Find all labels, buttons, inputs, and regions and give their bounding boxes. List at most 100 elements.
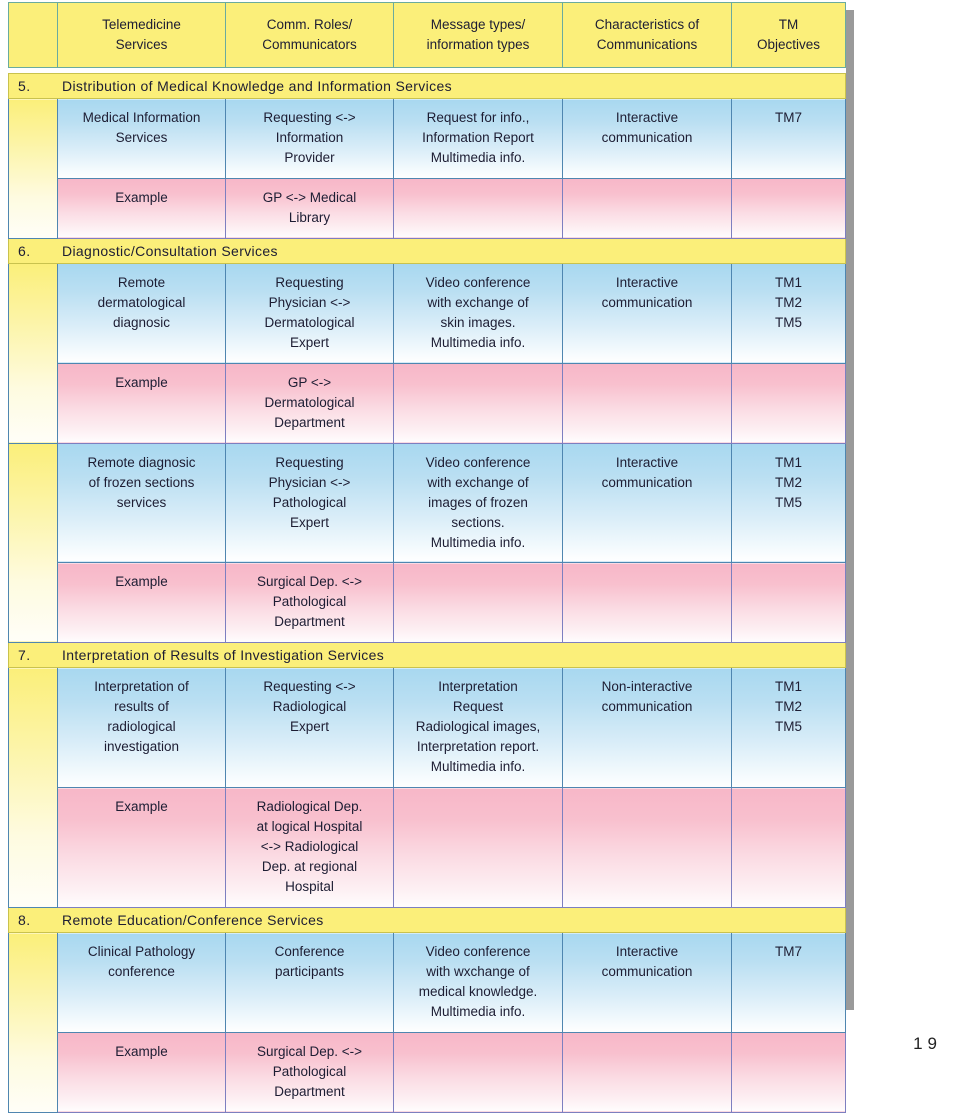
header-line: Characteristics of: [594, 17, 700, 33]
section-title-bar-6: 6. Diagnostic/Consultation Services: [8, 237, 846, 264]
cell-line: Radiological Dep.: [256, 799, 363, 815]
cell-line: Interactive: [615, 454, 679, 470]
row-group-marker-column: [8, 667, 58, 909]
column-header-5: TM Objectives: [731, 2, 846, 68]
cell-line: Department: [274, 1083, 345, 1099]
cell-line: TM2: [775, 474, 802, 490]
example-cell-5: [731, 562, 846, 644]
section-title-row: 6. Diagnostic/Consultation Services: [8, 237, 846, 264]
example-cell-3: [393, 1031, 563, 1113]
cell-line: TM1: [775, 274, 802, 290]
cell-line: Example: [115, 1043, 168, 1059]
example-cell-2: Radiological Dep. at logical Hospital <-> …: [225, 787, 394, 909]
header-line: TM: [778, 17, 799, 33]
example-cell-2: GP <-> Medical Library: [225, 177, 394, 239]
service-cell-2: Requesting Physician <-> Pathological Exper…: [225, 442, 394, 564]
cell-line: TM1: [775, 679, 802, 695]
section-number: 5.: [18, 78, 31, 94]
column-header-2: Comm. Roles/Communicators: [225, 2, 394, 68]
cell-line: Information Report: [422, 129, 534, 145]
service-cell-5: TM1 TM2 TM5: [731, 667, 846, 789]
service-cell-1: Remote diagnosic of frozen sections servic…: [57, 442, 226, 564]
section-title-wrap: 7. Interpretation of Results of Investiga…: [9, 647, 845, 663]
service-row: Medical Information Services Requesting <-…: [8, 98, 846, 239]
service-row: Clinical Pathology conference Conference pa…: [8, 932, 846, 1113]
cell-line: with exchange of: [427, 294, 529, 310]
section-number: 8.: [18, 912, 31, 929]
cell-line: Multimedia info.: [430, 534, 526, 550]
row-group-marker-column: [8, 932, 58, 1113]
cell-line: Pathological: [272, 494, 347, 510]
section-title-bar-5: 5. Distribution of Medical Knowledge and …: [8, 73, 846, 99]
cell-line: Example: [115, 374, 168, 390]
cell-line: Request for info.,: [426, 110, 530, 125]
cell-line: Multimedia info.: [430, 334, 526, 350]
example-cell-3: [393, 362, 563, 444]
cell-line: Department: [274, 614, 345, 630]
cell-line: TM5: [775, 314, 802, 330]
cell-line: diagnosic: [112, 314, 171, 330]
cell-line: Interactive: [615, 944, 679, 960]
section-title-row: 7. Interpretation of Results of Investiga…: [8, 642, 846, 669]
cell-line: Interpretation of: [94, 679, 189, 695]
column-header-1: Telemedicine Services: [57, 2, 226, 68]
service-cell-2: Requesting Physician <-> Dermatological Exp…: [225, 262, 394, 364]
service-cell-5: TM7: [731, 98, 846, 179]
example-row: Example GP <-> Dermatological Department: [9, 362, 846, 444]
cell-line: <-> Radiological: [260, 839, 359, 855]
cell-line: communication: [601, 294, 693, 310]
example-cell-5: [731, 787, 846, 909]
example-cell-2: Surgical Dep. <-> Pathological Department: [225, 562, 394, 644]
cell-line: Surgical Dep. <->: [256, 1043, 363, 1059]
cell-line: Video conference: [425, 454, 531, 470]
row-group-marker-column: [8, 98, 58, 239]
service-cell-2: Requesting <-> Radiological Expert: [225, 667, 394, 789]
example-cell-1: Example: [57, 177, 226, 239]
section-title-wrap: 8. Remote Education/Conference Services: [9, 912, 845, 928]
example-cell-1: Example: [57, 362, 226, 444]
cell-line: Video conference: [425, 274, 531, 290]
section-number: 7.: [18, 647, 31, 664]
cell-line: TM2: [775, 699, 802, 715]
cell-line: Example: [115, 574, 168, 590]
cell-line: Provider: [284, 149, 335, 165]
cell-line: communication: [601, 474, 693, 490]
cell-line: Expert: [289, 334, 330, 350]
cell-line: Multimedia info.: [430, 759, 526, 775]
cell-line: participants: [274, 964, 345, 980]
service-cell-2: Conference participants: [225, 932, 394, 1033]
cell-line: Request: [452, 699, 504, 715]
cell-line: Requesting <->: [263, 110, 356, 125]
cell-line: images of frozen: [428, 494, 528, 510]
row-group-marker-column: [8, 442, 58, 644]
document-page: Telemedicine Services Comm. Roles/Communic…: [0, 0, 960, 1113]
header-corner-cell: [8, 2, 58, 68]
section-title: Diagnostic/Consultation Services: [62, 242, 278, 259]
telemedicine-services-matrix: Telemedicine Services Comm. Roles/Communic…: [8, 2, 846, 1113]
cell-line: Remote diagnosic: [87, 454, 196, 470]
cell-line: radiological: [107, 719, 176, 735]
service-row: Remote diagnosic of frozen sections servic…: [8, 442, 846, 644]
service-cell-3: Video conference with wxchange of medical …: [393, 932, 563, 1033]
cell-line: services: [116, 494, 167, 510]
example-cell-3: [393, 177, 563, 239]
section-title-wrap: 6. Diagnostic/Consultation Services: [9, 243, 845, 259]
cell-line: communication: [601, 129, 693, 145]
service-cell-5: TM1 TM2 TM5: [731, 442, 846, 564]
cell-line: Medical Information: [82, 110, 201, 125]
header-line: Objectives: [756, 36, 821, 52]
cell-line: TM7: [775, 110, 802, 125]
cell-line: Library: [288, 209, 331, 225]
table-header-row: Telemedicine Services Comm. Roles/Communic…: [8, 2, 846, 68]
cell-line: Dermatological: [264, 314, 355, 330]
example-cell-5: [731, 177, 846, 239]
cell-line: Interpretation report.: [416, 739, 540, 755]
cell-line: Non-interactive: [601, 679, 693, 695]
section-title-bar-8: 8. Remote Education/Conference Services: [8, 907, 846, 934]
cell-line: Physician <->: [268, 294, 351, 310]
header-line: Communications: [596, 36, 698, 52]
cell-line: Physician <->: [268, 474, 351, 490]
cell-line: Requesting: [275, 274, 344, 290]
column-header-4: Characteristics of Communications: [562, 2, 732, 68]
cell-line: with wxchange of: [426, 964, 530, 980]
